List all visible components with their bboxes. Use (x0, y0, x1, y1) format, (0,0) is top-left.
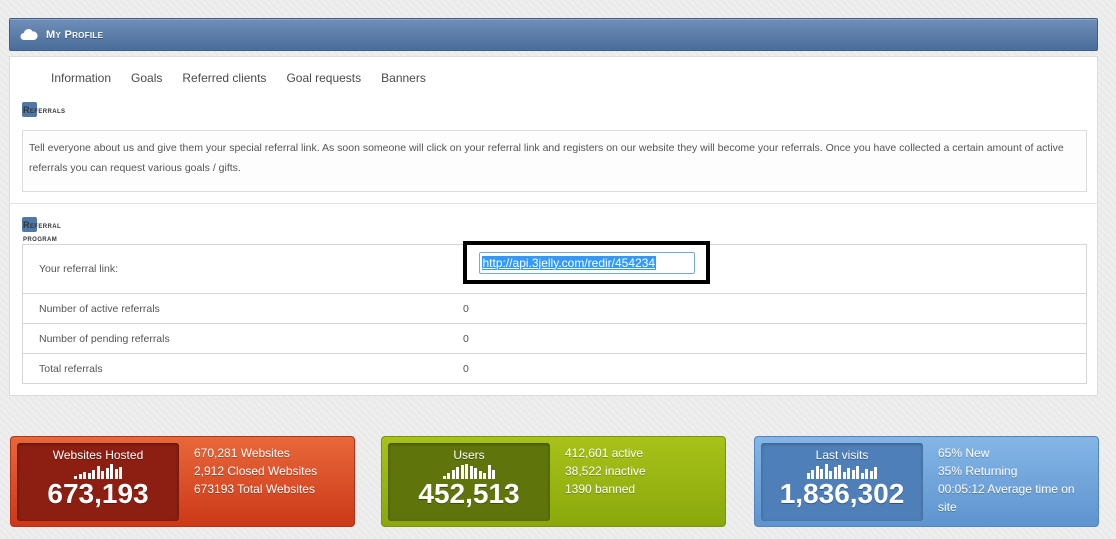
referral-link-highlight: http://api.3jelly.com/redir/454234 (463, 241, 710, 284)
tab-referred-clients[interactable]: Referred clients (182, 71, 266, 85)
sparkline-icon (388, 463, 550, 479)
tab-information[interactable]: Information (51, 71, 111, 85)
table-row: Total referrals 0 (23, 354, 1086, 384)
stat-box: Websites Hosted 673,193 (17, 443, 179, 521)
stat-label: Last visits (815, 448, 869, 462)
referral-table: Your referral link: http://api.3jelly.co… (22, 241, 1087, 384)
stat-number: 452,513 (418, 478, 520, 509)
stat-label: Users (453, 448, 485, 462)
stat-line: 38,522 inactive (565, 464, 646, 478)
section-divider (10, 203, 1097, 204)
cloud-icon (20, 28, 38, 40)
profile-header: My Profile (9, 18, 1098, 51)
tab-goals[interactable]: Goals (131, 71, 162, 85)
referrals-text: Tell everyone about us and give them you… (29, 142, 1064, 174)
stat-box: Users 452,513 (388, 443, 550, 521)
profile-tabs: Information Goals Referred clients Goal … (51, 71, 446, 85)
sparkline-icon (761, 463, 923, 479)
stat-number: 673,193 (47, 478, 149, 509)
stat-details: 65% New 35% Returning 00:05:12 Average t… (938, 444, 1093, 516)
stat-details: 412,601 active 38,522 inactive 1390 bann… (565, 444, 646, 498)
referral-program-heading: Referral program (22, 217, 61, 245)
referrals-title: Referrals (23, 105, 66, 115)
referrals-description: Tell everyone about us and give them you… (22, 130, 1087, 192)
last-visits-card: Last visits 1,836,302 65% New 35% Return… (754, 436, 1099, 527)
sparkline-icon (17, 463, 179, 479)
referral-program-title-line1: Referral (23, 220, 62, 230)
row-label: Your referral link: (39, 263, 118, 275)
stat-line: 1390 banned (565, 482, 636, 496)
stat-line: 412,601 active (565, 446, 644, 460)
profile-panel: Information Goals Referred clients Goal … (9, 56, 1098, 396)
header-title: My Profile (46, 28, 104, 41)
row-label: Number of active referrals (39, 302, 160, 315)
table-row: Number of active referrals 0 (23, 294, 1086, 324)
stat-line: 2,912 Closed Websites (194, 464, 318, 478)
stat-number: 1,836,302 (779, 478, 905, 509)
stat-line: 673193 Total Websites (194, 482, 315, 496)
row-value: 0 (463, 332, 469, 345)
stat-line: 35% Returning (938, 464, 1018, 478)
stat-details: 670,281 Websites 2,912 Closed Websites 6… (194, 444, 317, 498)
referrals-heading: Referrals (22, 102, 66, 117)
referral-link-text[interactable]: http://api.3jelly.com/redir/454234 (481, 255, 657, 270)
row-label: Total referrals (39, 363, 103, 375)
stat-box: Last visits 1,836,302 (761, 443, 923, 521)
websites-hosted-card: Websites Hosted 673,193 670,281 Websites… (10, 436, 355, 527)
stat-label: Websites Hosted (52, 448, 144, 462)
users-card: Users 452,513 412,601 active 38,522 inac… (381, 436, 726, 527)
table-row: Number of pending referrals 0 (23, 324, 1086, 354)
stat-line: 670,281 Websites (194, 446, 290, 460)
tab-banners[interactable]: Banners (381, 71, 426, 85)
row-value: 0 (463, 302, 469, 315)
table-row: Your referral link: http://api.3jelly.co… (23, 241, 1086, 294)
row-label: Number of pending referrals (39, 332, 170, 345)
referral-link-field[interactable]: http://api.3jelly.com/redir/454234 (478, 251, 695, 274)
tab-goal-requests[interactable]: Goal requests (286, 71, 361, 85)
stat-line: 65% New (938, 446, 990, 460)
stat-line: 00:05:12 Average time on site (938, 482, 1075, 514)
referral-program-title: Referral program (23, 219, 61, 245)
row-value: 0 (463, 363, 469, 375)
